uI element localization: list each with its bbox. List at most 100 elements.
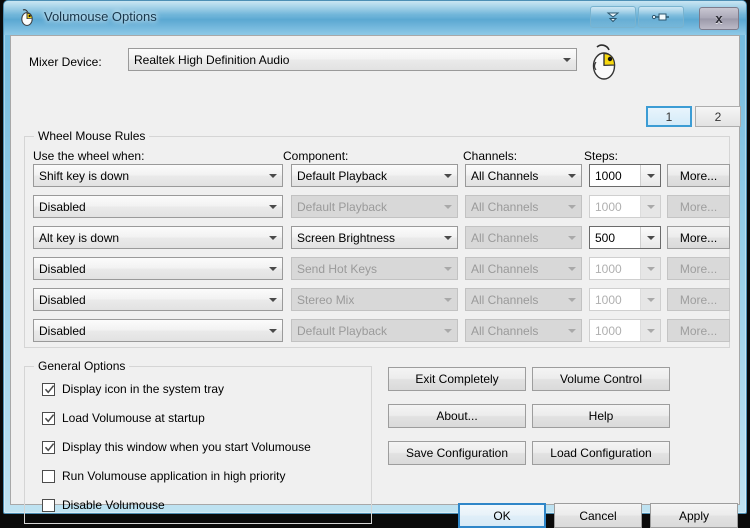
mixer-device-combobox[interactable]: Realtek High Definition Audio	[128, 48, 577, 71]
rule-2-steps-value: 1000	[595, 199, 622, 214]
rule-1-component-value: Default Playback	[297, 168, 388, 183]
rule-1-channels-combobox[interactable]: All Channels	[465, 164, 582, 187]
rule-4-component-combobox: Send Hot Keys	[291, 257, 458, 280]
rule-2-trigger-combobox[interactable]: Disabled	[33, 195, 283, 218]
general-option-checkbox-4[interactable]: Run Volumouse application in high priori…	[42, 469, 285, 483]
pin-button[interactable]	[638, 6, 684, 28]
more-button-label: More...	[679, 199, 718, 214]
checkbox-unchecked-icon	[42, 498, 55, 512]
rule-6-component-value: Default Playback	[297, 323, 388, 338]
rule-2-steps-combobox: 1000	[589, 195, 661, 218]
chevron-down-icon	[269, 204, 277, 209]
apply-button[interactable]: Apply	[650, 503, 738, 528]
checkbox-checked-icon	[42, 411, 55, 425]
chevron-down-icon	[568, 328, 576, 333]
rule-2-more-button: More...	[667, 195, 730, 218]
volume-control-button[interactable]: Volume Control	[532, 367, 670, 391]
rule-3-channels-combobox: All Channels	[465, 226, 582, 249]
rule-6-channels-value: All Channels	[471, 323, 539, 338]
window-title: Volumouse Options	[44, 9, 157, 24]
chevron-down-icon	[606, 12, 620, 23]
chevron-down-icon	[568, 266, 576, 271]
exit-completely-button[interactable]: Exit Completely	[388, 367, 526, 391]
chevron-down-icon	[568, 173, 576, 178]
tab-2[interactable]: 2	[695, 106, 741, 127]
rule-4-steps-combobox: 1000	[589, 257, 661, 280]
rule-1-more-button[interactable]: More...	[667, 164, 730, 187]
general-option-label: Display this window when you start Volum…	[62, 440, 311, 454]
chevron-down-icon	[444, 173, 452, 178]
mixer-device-value: Realtek High Definition Audio	[134, 52, 290, 67]
tab-2-label: 2	[714, 109, 722, 124]
tab-1[interactable]: 1	[646, 106, 692, 127]
rule-1-steps-value: 1000	[595, 168, 622, 183]
rule-3-trigger-value: Alt key is down	[39, 230, 120, 245]
chevron-down-icon	[444, 266, 452, 271]
rule-3-channels-value: All Channels	[471, 230, 539, 245]
rule-1-component-combobox[interactable]: Default Playback	[291, 164, 458, 187]
rule-4-trigger-combobox[interactable]: Disabled	[33, 257, 283, 280]
col-header-steps: Steps:	[584, 149, 619, 163]
rule-1-channels-value: All Channels	[471, 168, 539, 183]
rule-1-trigger-combobox[interactable]: Shift key is down	[33, 164, 283, 187]
rule-5-steps-combobox: 1000	[589, 288, 661, 311]
checkbox-unchecked-icon	[42, 469, 55, 483]
chevron-down-icon	[269, 235, 277, 240]
rollup-button[interactable]	[590, 6, 636, 28]
load-configuration-button-label: Load Configuration	[550, 446, 652, 460]
chevron-down-icon	[269, 297, 277, 302]
rule-3-steps-value: 500	[595, 230, 616, 245]
general-option-checkbox-5[interactable]: Disable Volumouse	[42, 498, 165, 512]
close-button[interactable]: x	[699, 7, 739, 30]
volumouse-logo-icon	[584, 42, 626, 82]
wheel-mouse-rules-title: Wheel Mouse Rules	[34, 129, 150, 143]
chevron-down-icon	[647, 235, 655, 240]
about-button[interactable]: About...	[388, 404, 526, 428]
general-option-checkbox-1[interactable]: Display icon in the system tray	[42, 382, 224, 396]
rule-4-more-button: More...	[667, 257, 730, 280]
volume-control-button-label: Volume Control	[559, 372, 643, 386]
volumouse-mouse-icon	[17, 8, 37, 28]
chevron-down-icon	[647, 204, 655, 209]
mixer-device-label: Mixer Device:	[29, 55, 102, 69]
col-header-component: Component:	[283, 149, 349, 163]
rule-3-component-combobox[interactable]: Screen Brightness	[291, 226, 458, 249]
rule-1-steps-combobox[interactable]: 1000	[589, 164, 661, 187]
cancel-button[interactable]: Cancel	[554, 503, 642, 528]
help-button[interactable]: Help	[532, 404, 670, 428]
rule-2-component-value: Default Playback	[297, 199, 388, 214]
general-option-label: Run Volumouse application in high priori…	[62, 469, 286, 483]
rule-5-more-button: More...	[667, 288, 730, 311]
rule-6-more-button: More...	[667, 319, 730, 342]
chevron-down-icon	[568, 297, 576, 302]
ok-button[interactable]: OK	[458, 503, 546, 528]
load-configuration-button[interactable]: Load Configuration	[532, 441, 670, 465]
rule-3-trigger-combobox[interactable]: Alt key is down	[33, 226, 283, 249]
exit-completely-button-label: Exit Completely	[415, 372, 499, 386]
more-button-label: More...	[679, 323, 718, 338]
rule-6-trigger-combobox[interactable]: Disabled	[33, 319, 283, 342]
save-configuration-button[interactable]: Save Configuration	[388, 441, 526, 465]
more-button-label: More...	[679, 292, 718, 307]
chevron-down-icon	[568, 204, 576, 209]
pin-icon	[651, 13, 669, 21]
rule-4-component-value: Send Hot Keys	[297, 261, 378, 276]
volumouse-options-window: Volumouse Options x Mixer Device: Realte…	[3, 0, 747, 528]
rule-3-component-value: Screen Brightness	[297, 230, 396, 245]
rule-1-trigger-value: Shift key is down	[39, 168, 130, 183]
rule-5-trigger-value: Disabled	[39, 292, 86, 307]
chevron-down-icon	[563, 57, 571, 62]
rule-3-steps-combobox[interactable]: 500	[589, 226, 661, 249]
title-bar[interactable]: Volumouse Options x	[4, 1, 746, 35]
general-option-checkbox-3[interactable]: Display this window when you start Volum…	[42, 440, 311, 454]
chevron-down-icon	[647, 328, 655, 333]
ok-button-label: OK	[493, 508, 511, 523]
general-option-checkbox-2[interactable]: Load Volumouse at startup	[42, 411, 205, 425]
more-button-label: More...	[679, 230, 718, 245]
rule-3-more-button[interactable]: More...	[667, 226, 730, 249]
general-option-label: Display icon in the system tray	[62, 382, 225, 396]
rule-2-trigger-value: Disabled	[39, 199, 86, 214]
chevron-down-icon	[444, 235, 452, 240]
save-configuration-button-label: Save Configuration	[405, 446, 509, 460]
rule-5-trigger-combobox[interactable]: Disabled	[33, 288, 283, 311]
